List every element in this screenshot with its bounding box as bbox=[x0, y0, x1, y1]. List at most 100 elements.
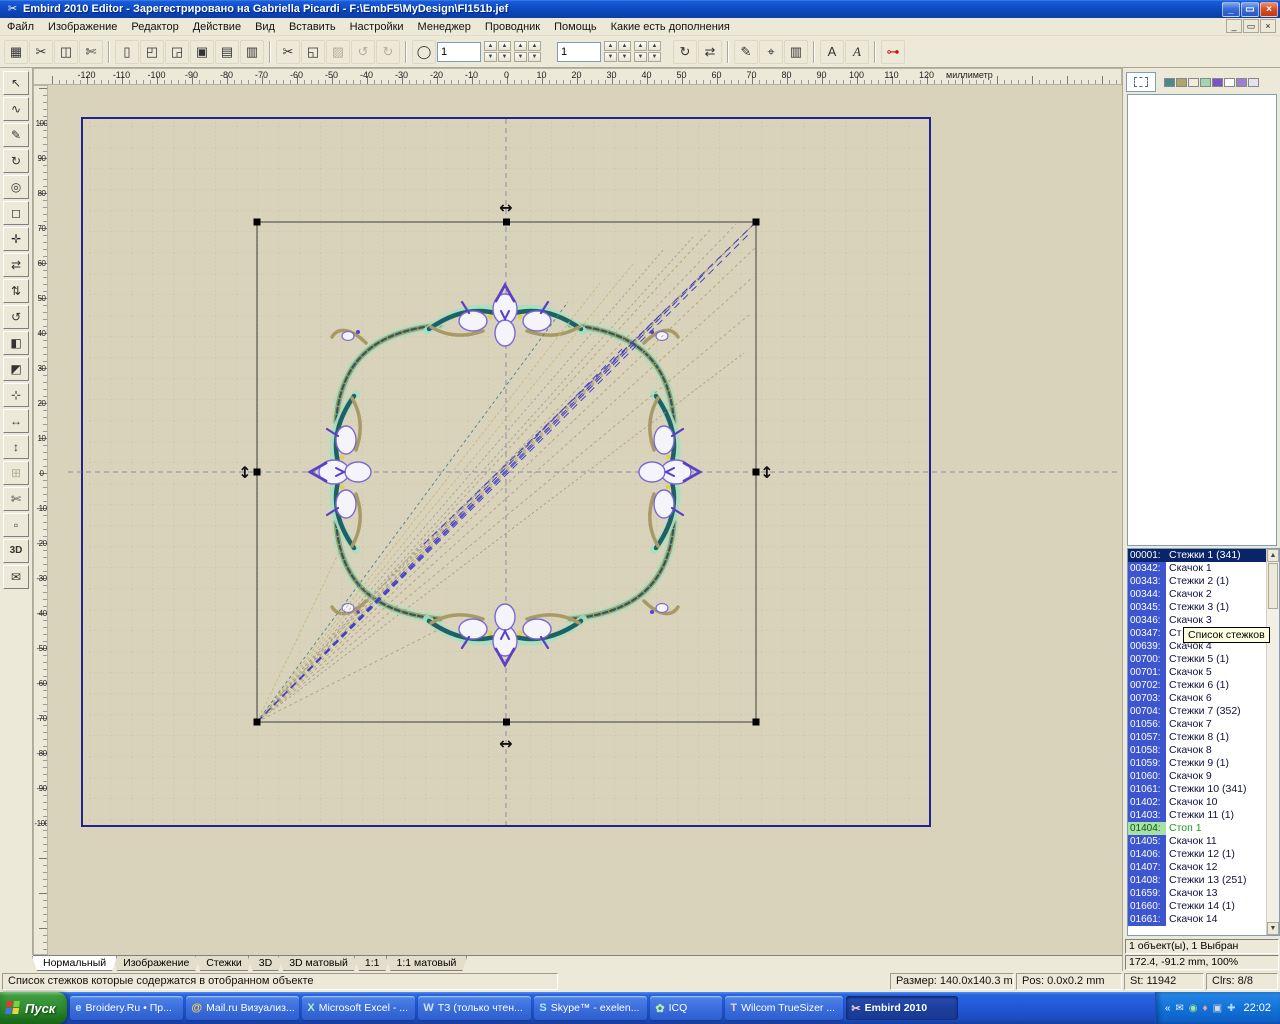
stitch-list-item[interactable]: 00345: Стежки 3 (1) bbox=[1128, 601, 1266, 614]
image-capture-button[interactable]: ◫ bbox=[54, 40, 78, 64]
view-tab[interactable]: Нормальный bbox=[32, 956, 117, 971]
print-preview-button[interactable]: ▥ bbox=[240, 40, 264, 64]
mdi-restore-button[interactable]: ▭ bbox=[1243, 19, 1259, 33]
zoom-tool[interactable]: ◎ bbox=[3, 175, 29, 199]
scrollbar-track[interactable] bbox=[1267, 610, 1279, 922]
color-swatch[interactable] bbox=[1188, 78, 1199, 87]
stretch-vertical-tool[interactable]: ↕ bbox=[3, 435, 29, 459]
stretch-horizontal-tool[interactable]: ↔ bbox=[3, 409, 29, 433]
spin-down-button[interactable]: ▼ bbox=[498, 52, 511, 62]
taskbar-button[interactable]: S Skype™ - exelen... bbox=[534, 996, 647, 1020]
measure-button[interactable]: ⌖ bbox=[759, 40, 783, 64]
stitch-list-item[interactable]: 01057: Стежки 8 (1) bbox=[1128, 731, 1266, 744]
taskbar-button[interactable]: e Broidery.Ru • Пр... bbox=[70, 996, 183, 1020]
copy-button[interactable]: ◱ bbox=[301, 40, 325, 64]
stitch-list-item[interactable]: 00700: Стежки 5 (1) bbox=[1128, 653, 1266, 666]
spin-down-button[interactable]: ▼ bbox=[484, 52, 497, 62]
taskbar-button[interactable]: ✿ ICQ bbox=[650, 996, 722, 1020]
color-swatch[interactable] bbox=[1248, 78, 1259, 87]
stitch-list-item[interactable]: 00343: Стежки 2 (1) bbox=[1128, 575, 1266, 588]
select-tool[interactable]: ↖ bbox=[3, 71, 29, 95]
monogram-tool-button[interactable]: A bbox=[845, 40, 869, 64]
stitch-list-item[interactable]: 01404: Стоп 1 bbox=[1128, 822, 1266, 835]
spin-up-button[interactable]: ▲ bbox=[634, 41, 647, 51]
cut-button[interactable]: ✂ bbox=[276, 40, 300, 64]
spin-up-button[interactable]: ▲ bbox=[498, 41, 511, 51]
save-file-button[interactable]: ▣ bbox=[190, 40, 214, 64]
scroll-down-button[interactable]: ▼ bbox=[1267, 922, 1279, 935]
outline-mode-button[interactable]: ◯ bbox=[412, 40, 436, 64]
density-chart-button[interactable]: ▥ bbox=[784, 40, 808, 64]
stitch-list-item[interactable]: 00703: Скачок 6 bbox=[1128, 692, 1266, 705]
import-file-button[interactable]: ◲ bbox=[165, 40, 189, 64]
export-tool[interactable]: ✉ bbox=[3, 565, 29, 589]
stitch-list-item[interactable]: 01061: Стежки 10 (341) bbox=[1128, 783, 1266, 796]
object-list[interactable] bbox=[1127, 94, 1277, 546]
stitch-list-item[interactable]: 01406: Стежки 12 (1) bbox=[1128, 848, 1266, 861]
hoop-grid-button[interactable]: ▦ bbox=[4, 40, 28, 64]
stitch-list-item[interactable]: 01407: Скачок 12 bbox=[1128, 861, 1266, 874]
stitch-list-item[interactable]: 00001: Стежки 1 (341) bbox=[1128, 549, 1266, 562]
lasso-select-tool[interactable]: ∿ bbox=[3, 97, 29, 121]
redo-button[interactable]: ↻ bbox=[376, 40, 400, 64]
freehand-tool[interactable]: ✎ bbox=[3, 123, 29, 147]
close-button[interactable]: × bbox=[1260, 2, 1278, 17]
frame-select-tool[interactable]: ◻ bbox=[3, 201, 29, 225]
view-3d-button[interactable]: 3D bbox=[3, 539, 29, 563]
scroll-up-button[interactable]: ▲ bbox=[1267, 549, 1279, 562]
stitch-list-scrollbar[interactable]: ▲ ▼ bbox=[1266, 549, 1279, 935]
erase-stitches-button[interactable]: ✄ bbox=[79, 40, 103, 64]
stitch-list-item[interactable]: 00704: Стежки 7 (352) bbox=[1128, 705, 1266, 718]
move-tool[interactable]: ✛ bbox=[3, 227, 29, 251]
tray-icon[interactable]: ♦ bbox=[1203, 1003, 1208, 1014]
rotate-tool[interactable]: ↻ bbox=[3, 149, 29, 173]
stitch-list-item[interactable]: 00344: Скачок 2 bbox=[1128, 588, 1266, 601]
split-tool[interactable]: ✄ bbox=[3, 487, 29, 511]
menu-item[interactable]: Файл bbox=[0, 19, 41, 35]
stitch-list-item[interactable]: 00701: Скачок 5 bbox=[1128, 666, 1266, 679]
menu-item[interactable]: Редактор bbox=[124, 19, 185, 35]
taskbar-button[interactable]: W ТЗ (только чтен... bbox=[418, 996, 531, 1020]
color-swatch[interactable] bbox=[1200, 78, 1211, 87]
scrollbar-thumb[interactable] bbox=[1268, 563, 1278, 609]
paste-button[interactable]: ▨ bbox=[326, 40, 350, 64]
start-button[interactable]: Пуск bbox=[0, 992, 67, 1024]
taskbar-button[interactable]: X Microsoft Excel - ... bbox=[302, 996, 415, 1020]
color-swatch[interactable] bbox=[1224, 78, 1235, 87]
menu-item[interactable]: Помощь bbox=[547, 19, 604, 35]
text-tool-button[interactable]: A bbox=[820, 40, 844, 64]
menu-item[interactable]: Вид bbox=[248, 19, 282, 35]
stitch-list-item[interactable]: 00346: Скачок 3 bbox=[1128, 614, 1266, 627]
taskbar-button[interactable]: @ Mail.ru Визуализ... bbox=[186, 996, 299, 1020]
view-tab[interactable]: Изображение bbox=[112, 956, 200, 971]
spin-down-button[interactable]: ▼ bbox=[634, 52, 647, 62]
step-value-input-1[interactable] bbox=[437, 42, 481, 62]
stitch-list-item[interactable]: 01660: Стежки 14 (1) bbox=[1128, 900, 1266, 913]
stitch-list-item[interactable]: 00702: Стежки 6 (1) bbox=[1128, 679, 1266, 692]
grid-tool[interactable]: ⊞ bbox=[3, 461, 29, 485]
center-design-tool[interactable]: ⊹ bbox=[3, 383, 29, 407]
point-tool[interactable]: ▫ bbox=[3, 513, 29, 537]
stitch-list-item[interactable]: 01405: Скачок 11 bbox=[1128, 835, 1266, 848]
menu-item[interactable]: Действие bbox=[186, 19, 248, 35]
color-swatch[interactable] bbox=[1212, 78, 1223, 87]
mirror-horizontal-tool[interactable]: ⇄ bbox=[3, 253, 29, 277]
design-workspace[interactable]: ↔ ↔ ↕ ↕ bbox=[48, 85, 1122, 955]
stitch-list-item[interactable]: 00342: Скачок 1 bbox=[1128, 562, 1266, 575]
view-tab[interactable]: Стежки bbox=[195, 956, 252, 971]
spin-up-button[interactable]: ▲ bbox=[484, 41, 497, 51]
spin-down-button[interactable]: ▼ bbox=[528, 52, 541, 62]
skew-horizontal-tool[interactable]: ◧ bbox=[3, 331, 29, 355]
step-value-input-2[interactable] bbox=[557, 42, 601, 62]
cut-colors-button[interactable]: ✂ bbox=[29, 40, 53, 64]
menu-item[interactable]: Вставить bbox=[282, 19, 343, 35]
stitch-list-item[interactable]: 01058: Скачок 8 bbox=[1128, 744, 1266, 757]
tray-icon[interactable]: ▣ bbox=[1213, 1003, 1222, 1014]
stitch-list-item[interactable]: 01403: Стежки 11 (1) bbox=[1128, 809, 1266, 822]
spin-up-button[interactable]: ▲ bbox=[618, 41, 631, 51]
open-file-button[interactable]: ◰ bbox=[140, 40, 164, 64]
taskbar-button[interactable]: T Wilcom TrueSizer ... bbox=[725, 996, 843, 1020]
stitch-list-item[interactable]: 01059: Стежки 9 (1) bbox=[1128, 757, 1266, 770]
spin-down-button[interactable]: ▼ bbox=[648, 52, 661, 62]
view-tab[interactable]: 3D матовый bbox=[278, 956, 359, 971]
